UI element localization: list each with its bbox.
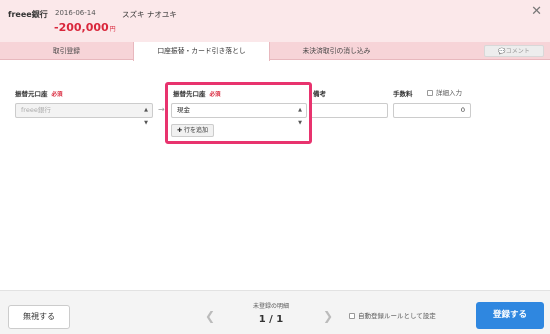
page-count: 1 / 1	[258, 314, 284, 325]
tab-unsettled-clearing[interactable]: 未決済取引の消し込み	[270, 42, 403, 60]
amount-value: -200,000	[54, 21, 109, 34]
transaction-amount: -200,000円	[54, 21, 116, 34]
add-row-label: 行を追加	[183, 127, 208, 134]
transaction-header: freee銀行 2016-06-14 スズキ ナオユキ -200,000円 ✕	[0, 0, 550, 42]
arrow-right-icon: →	[158, 105, 165, 114]
checkbox-icon[interactable]	[349, 313, 355, 319]
unregistered-label: 未登録の明細	[252, 303, 289, 310]
register-button[interactable]: 登録する	[476, 302, 544, 329]
chevron-updown-icon: ▲ ▼	[144, 107, 148, 126]
footer-bar: 無視する ❮ 未登録の明細 1 / 1 ❯ 自動登録ルールとして設定 登録する	[0, 290, 550, 334]
source-account-value: freee銀行	[21, 106, 51, 114]
chevron-left-icon[interactable]: ❮	[205, 309, 215, 323]
comment-button[interactable]: 💬コメント	[484, 45, 544, 57]
auto-rule-checkbox[interactable]: 自動登録ルールとして設定	[349, 310, 436, 320]
checkbox-icon[interactable]	[427, 90, 433, 96]
chevron-right-icon[interactable]: ❯	[323, 309, 333, 323]
source-account-label-text: 振替元口座	[15, 90, 48, 98]
source-account-select[interactable]: freee銀行 ▲ ▼	[15, 103, 153, 126]
auto-rule-label: 自動登録ルールとして設定	[358, 312, 436, 320]
comment-icon: 💬	[498, 48, 506, 55]
plus-icon: ✚	[177, 127, 184, 134]
close-icon[interactable]: ✕	[531, 4, 542, 19]
detail-input-label: 詳細入力	[436, 89, 462, 97]
detail-input-checkbox[interactable]: 詳細入力	[427, 87, 462, 97]
ignore-button[interactable]: 無視する	[8, 305, 70, 329]
tab-account-transfer[interactable]: 口座振替・カード引き落とし	[133, 42, 270, 61]
comment-label: コメント	[505, 48, 530, 55]
fee-label: 手数料	[393, 90, 413, 98]
memo-label: 備考	[313, 90, 326, 98]
transaction-date: 2016-06-14	[55, 9, 96, 17]
memo-input[interactable]	[310, 103, 388, 118]
required-badge: 必須	[51, 92, 63, 98]
bank-name: freee銀行	[8, 10, 48, 19]
tab-register-transaction[interactable]: 取引登録	[0, 42, 133, 60]
add-row-button[interactable]: ✚ 行を追加	[171, 124, 214, 137]
currency-unit: 円	[109, 26, 116, 33]
fee-input[interactable]: 0	[393, 103, 471, 118]
tab-bar: 取引登録 口座振替・カード引き落とし 未決済取引の消し込み 💬コメント	[0, 42, 550, 61]
transaction-person: スズキ ナオユキ	[122, 10, 177, 19]
source-account-label: 振替元口座 必須	[15, 88, 63, 98]
